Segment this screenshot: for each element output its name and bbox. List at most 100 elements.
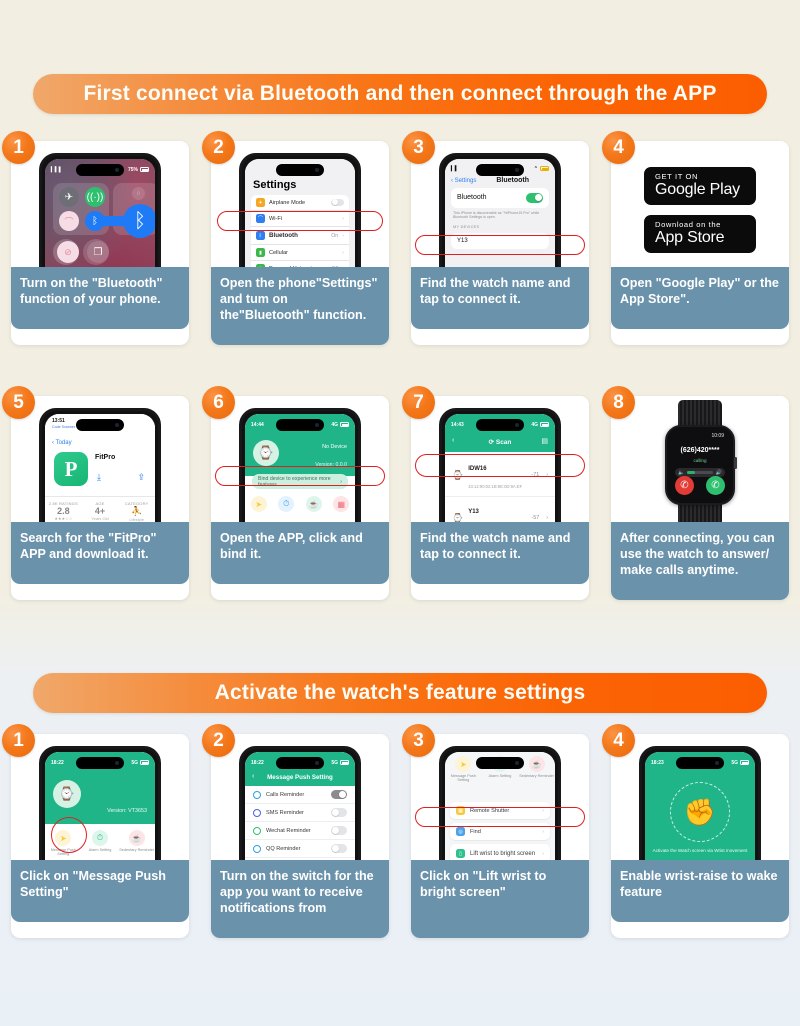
step-card-1[interactable]: 1 ▎▍▌ 75% ✈ ((·)) ⌒ ᛒ ⊘ ❐ ◌ ᛒ Turn on th… [2, 131, 189, 345]
settings-row-bluetooth[interactable]: ᛒ Bluetooth On › [251, 227, 349, 245]
sms-reminder-toggle[interactable] [331, 808, 347, 817]
feature-icons: ➤ ⏱ ☕ ▦ [245, 496, 355, 512]
wechat-reminder-toggle[interactable] [331, 826, 347, 835]
airdrop-icon[interactable]: ((·)) [85, 187, 105, 207]
step-card-8[interactable]: 8 10:09 (626)420**** calling 🔈 🔊 ✆ ✆ Aft… [602, 386, 789, 600]
push-row-wechat[interactable]: Wechat Reminder [245, 822, 355, 840]
google-play-badge[interactable]: GET IT ON Google Play [644, 167, 756, 205]
battery-icon [340, 760, 349, 765]
phone-notch [76, 419, 124, 431]
feature-sedentary[interactable]: ☕ Sedentary Reminder [518, 756, 555, 783]
tutorial-page: First connect via Bluetooth and then con… [0, 0, 800, 1026]
ios-settings-list: Settings ✈ Airplane Mode ⌒ Wi-Fi › ᛒ Blu… [245, 159, 355, 279]
feature-badge-4: 4 [602, 724, 635, 757]
bind-device-row[interactable]: Bind device to experience more features … [252, 474, 348, 489]
phone-screen: 14:43 4G ‹ ⟳ Scan ▤ ⌚ IDW16 43:12:90:02:… [445, 414, 555, 534]
feature-alarm[interactable]: ⏱ [273, 496, 301, 512]
settings-row-airplane[interactable]: ✈ Airplane Mode [251, 195, 349, 211]
push-row-qq[interactable]: QQ Reminder [245, 840, 355, 858]
section-banner-connect: First connect via Bluetooth and then con… [33, 74, 767, 114]
screen-mirroring-icon[interactable]: ❐ [87, 241, 109, 263]
devices-group: Y13 [451, 233, 549, 250]
wifi-icon[interactable]: ⌒ [59, 211, 79, 231]
download-icon[interactable]: ⤓ [97, 472, 101, 483]
settings-row-wifi[interactable]: ⌒ Wi-Fi › [251, 211, 349, 227]
feature-slot-2: 2 18:22 5G ‹ Message Push Setting Calls … [200, 724, 400, 938]
watch-avatar-icon: ⌚ [253, 440, 279, 466]
app-store-badge[interactable]: Download on the App Store [644, 215, 756, 253]
volume-track[interactable] [687, 471, 713, 474]
airplane-toggle[interactable] [331, 198, 344, 207]
rotation-lock-icon[interactable]: ⊘ [57, 241, 79, 263]
scan-title: ⟳ Scan [488, 439, 512, 446]
menu-row-remote-shutter[interactable]: ▦ Remote Shutter › [450, 802, 550, 819]
battery-icon [140, 760, 149, 765]
step-caption-7: Find the watch name and tap to connect i… [411, 522, 589, 584]
status-time: 14:44 [251, 421, 264, 428]
calls-reminder-icon [253, 790, 261, 799]
feature-screenshot-1: 18:22 5G ⌚ Version: VT3653 ➤ Message Pus… [11, 734, 189, 872]
feature-sedentary[interactable]: ☕ [300, 496, 328, 512]
qq-reminder-toggle[interactable] [331, 844, 347, 853]
push-row-sms[interactable]: SMS Reminder [245, 804, 355, 822]
page-title: Message Push Setting [267, 774, 333, 781]
step-caption-3: Find the watch name and tap to connect i… [411, 267, 589, 329]
status-right: 5G [331, 760, 349, 766]
share-icon[interactable]: ⇪ [137, 472, 145, 483]
feature-sedentary[interactable]: ☕ Sedentary Reminder [118, 830, 155, 857]
status-subtitle: Code Scanner [52, 425, 75, 429]
feature-card-3[interactable]: 3 ➤ Message Push Setting Alarm Setting ☕… [402, 724, 589, 938]
bluetooth-icon: ᛒ [256, 231, 265, 240]
status-right: 5G [131, 760, 149, 766]
phone-frame: 18:22 5G ⌚ Version: VT3653 ➤ Message Pus… [39, 746, 161, 872]
feature-message-push[interactable]: ➤ [245, 496, 273, 512]
phone-frame: 14:44 4G ⌚ No Device Version: 0.0.0 Bind… [239, 408, 361, 534]
airplane-mode-icon[interactable]: ✈ [59, 187, 79, 207]
back-button[interactable]: ‹ Today [52, 440, 72, 446]
network-label: 5G [731, 759, 738, 766]
phone-screen: 18:22 5G ⌚ Version: VT3653 ➤ Message Pus… [45, 752, 155, 872]
feature-card-2[interactable]: 2 18:22 5G ‹ Message Push Setting Calls … [202, 724, 389, 938]
feature-badge-2: 2 [202, 724, 235, 757]
stat-age: AGE 4+ Years Old [82, 501, 119, 522]
settings-row-cellular[interactable]: ▮ Cellular › [251, 245, 349, 261]
call-buttons: ✆ ✆ [667, 476, 733, 495]
back-button[interactable]: ‹ Settings [451, 178, 476, 184]
watch-crown[interactable] [734, 457, 737, 469]
step-badge-4: 4 [602, 131, 635, 164]
feature-slot-4: 4 18:23 5G ✊ Activate the Watch screen v… [600, 724, 800, 938]
status-right: 4G [331, 422, 349, 428]
banner-title: First connect via Bluetooth and then con… [83, 82, 717, 105]
push-row-calls[interactable]: Calls Reminder [245, 786, 355, 804]
feature-remote-shutter[interactable]: ▦ [328, 496, 356, 512]
status-time: 18:22 [251, 759, 264, 766]
wrist-raise-illustration: ✊ [670, 782, 730, 842]
phone-hangup-icon[interactable]: ✆ [675, 476, 694, 495]
step-card-6[interactable]: 6 14:44 4G ⌚ No Device Version: 0.0.0 Bi… [202, 386, 389, 600]
device-row[interactable]: ⌚ IDW16 43:12:90:02:1B:9E:0D:9A:EF -71 › [445, 454, 555, 497]
feature-card-4[interactable]: 4 18:23 5G ✊ Activate the Watch screen v… [602, 724, 789, 938]
step-caption-4: Open "Google Play" or the App Store". [611, 267, 789, 329]
step-card-4[interactable]: 4 GET IT ON Google Play Download on the … [602, 131, 789, 345]
menu-row-find[interactable]: ◎ Find › [450, 823, 550, 840]
bluetooth-toggle[interactable] [526, 193, 543, 203]
store-badges: GET IT ON Google Play Download on the Ap… [611, 141, 789, 279]
device-row-y13[interactable]: Y13 [451, 233, 549, 249]
step-card-7[interactable]: 7 14:43 4G ‹ ⟳ Scan ▤ ⌚ IDW16 43:12:90:0… [402, 386, 589, 600]
step-card-5[interactable]: 5 13:51 Code Scanner ‹ Today P FitPro ⤓ [2, 386, 189, 600]
phone-notch [76, 757, 124, 769]
phone-answer-icon[interactable]: ✆ [706, 476, 725, 495]
feature-alarm[interactable]: ⏱ Alarm Setting [82, 830, 119, 857]
feature-screenshot-4: 18:23 5G ✊ Activate the Watch screen via… [611, 734, 789, 872]
phone-frame: 18:22 5G ‹ Message Push Setting Calls Re… [239, 746, 361, 872]
step-card-3[interactable]: 3 ‹ Settings Bluetooth Bluetooth This iP… [402, 131, 589, 345]
calls-reminder-toggle[interactable] [331, 790, 347, 799]
bluetooth-toggle-row[interactable]: Bluetooth [451, 188, 549, 208]
feature-card-1[interactable]: 1 18:22 5G ⌚ Version: VT3653 ➤ Message P… [2, 724, 189, 938]
qr-scan-icon[interactable]: ▤ [541, 437, 548, 445]
watch-time: 10:09 [711, 433, 724, 439]
app-name: FitPro [95, 454, 116, 461]
battery-icon [540, 166, 549, 171]
step-card-2[interactable]: 2 Settings ✈ Airplane Mode ⌒ Wi-Fi › ᛒ B… [202, 131, 389, 345]
feature-message-push[interactable]: ➤ Message Push Setting [45, 830, 82, 857]
